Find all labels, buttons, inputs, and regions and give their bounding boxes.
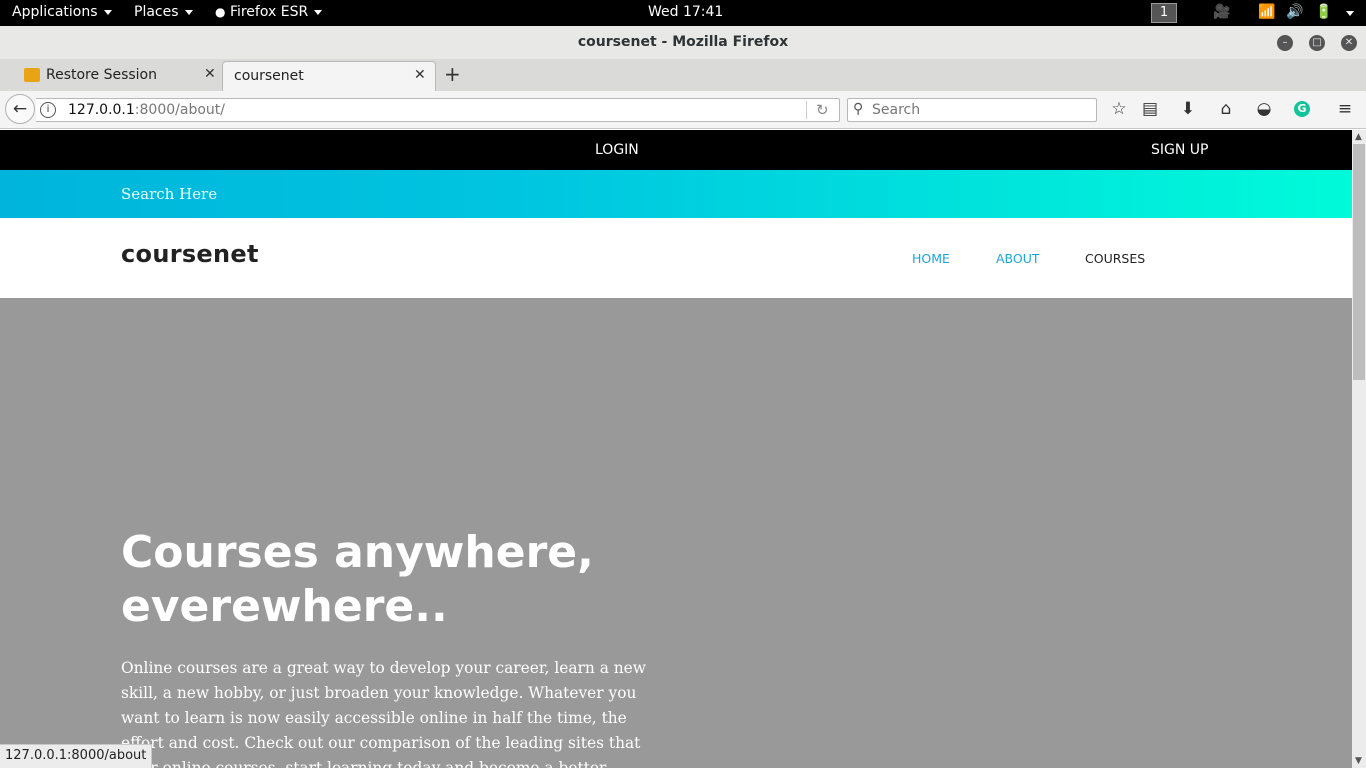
firefox-icon: ● <box>215 5 226 19</box>
window-titlebar: coursenet - Mozilla Firefox – □ ✕ <box>0 26 1366 59</box>
tab-strip: Restore Session ✕ coursenet ✕ <box>0 59 1366 91</box>
scroll-up-icon[interactable]: ▲ <box>1355 132 1362 142</box>
tab-label: Restore Session <box>46 67 157 83</box>
bookmark-star-icon[interactable]: ☆ <box>1108 99 1130 119</box>
system-top-bar: Applications Places ● Firefox ESR Wed 17… <box>0 0 1366 26</box>
nav-courses[interactable]: COURSES <box>1085 251 1145 266</box>
minimize-icon[interactable]: – <box>1277 35 1293 51</box>
chevron-down-icon <box>314 9 323 15</box>
scrollbar-thumb[interactable] <box>1353 144 1365 380</box>
page-scrollbar[interactable]: ▲ ▼ <box>1352 130 1366 768</box>
applications-label: Applications <box>12 4 98 20</box>
new-tab-icon[interactable]: + <box>444 62 461 86</box>
window-title: coursenet - Mozilla Firefox <box>577 34 789 50</box>
reload-icon[interactable]: ↻ <box>816 101 829 119</box>
close-icon[interactable]: ✕ <box>1341 35 1357 51</box>
url-path: :8000/about/ <box>134 102 225 118</box>
url-host: 127.0.0.1 <box>68 102 135 118</box>
volume-icon[interactable]: 🔊 <box>1286 4 1303 20</box>
search-placeholder: Search <box>872 102 921 118</box>
places-label: Places <box>134 4 179 20</box>
tab-coursenet[interactable]: coursenet ✕ <box>222 61 436 91</box>
download-icon[interactable]: ⬇ <box>1177 99 1199 119</box>
status-bar-url: 127.0.0.1:8000/about <box>0 744 153 768</box>
grammarly-icon[interactable]: G <box>1294 101 1310 117</box>
places-menu[interactable]: Places <box>134 4 193 20</box>
back-icon[interactable]: ← <box>5 94 35 124</box>
site-logo[interactable]: coursenet <box>121 240 259 268</box>
close-tab-icon[interactable]: ✕ <box>414 67 426 83</box>
scroll-down-icon[interactable]: ▼ <box>1355 756 1362 766</box>
site-info-icon[interactable]: i <box>40 102 56 118</box>
search-input[interactable]: ⚲ Search <box>847 98 1097 122</box>
site-search-input[interactable] <box>121 182 521 206</box>
chevron-down-icon <box>184 9 193 15</box>
maximize-icon[interactable]: □ <box>1309 35 1325 51</box>
site-search-band <box>0 170 1352 218</box>
wifi-icon[interactable]: 📶 <box>1258 4 1275 20</box>
chevron-down-icon <box>103 9 112 15</box>
tab-restore-session[interactable]: Restore Session ✕ <box>16 61 224 91</box>
firefox-app-label: Firefox ESR <box>229 4 309 20</box>
hero-paragraph: Online courses are a great way to develo… <box>121 659 646 768</box>
system-menu-chevron-icon[interactable] <box>1346 11 1354 16</box>
firefox-app-menu[interactable]: ● Firefox ESR <box>215 4 323 20</box>
site-header: coursenet HOME ABOUT COURSES <box>0 218 1352 298</box>
navigation-toolbar: ← i 127.0.0.1:8000/about/ ↻ ⚲ Search ☆ ▤… <box>0 91 1366 129</box>
home-icon[interactable]: ⌂ <box>1215 99 1237 119</box>
url-text: 127.0.0.1:8000/about/ <box>68 102 225 118</box>
clock[interactable]: Wed 17:41 <box>648 4 723 20</box>
web-page: LOGIN SIGN UP coursenet HOME ABOUT COURS… <box>0 130 1352 768</box>
close-tab-icon[interactable]: ✕ <box>204 66 216 82</box>
restore-session-icon <box>24 68 40 82</box>
hero-title: Courses anywhere, everewhere.. <box>121 527 594 632</box>
signup-link[interactable]: SIGN UP <box>1151 142 1208 158</box>
applications-menu[interactable]: Applications <box>12 4 112 20</box>
video-camera-icon[interactable]: 🎥 <box>1213 4 1230 20</box>
login-link[interactable]: LOGIN <box>595 142 639 158</box>
nav-home[interactable]: HOME <box>912 251 950 266</box>
url-divider <box>806 101 807 119</box>
pocket-icon[interactable]: ◒ <box>1253 99 1275 119</box>
url-bar[interactable]: i 127.0.0.1:8000/about/ ↻ <box>36 98 840 122</box>
workspace-indicator[interactable]: 1 <box>1151 3 1177 23</box>
battery-icon[interactable]: 🔋 <box>1315 4 1332 20</box>
nav-about[interactable]: ABOUT <box>996 251 1040 266</box>
bookmarks-list-icon[interactable]: ▤ <box>1139 99 1161 119</box>
search-icon: ⚲ <box>853 101 864 117</box>
hamburger-menu-icon[interactable]: ≡ <box>1334 99 1356 119</box>
tab-label: coursenet <box>234 68 304 84</box>
site-top-bar: LOGIN SIGN UP <box>0 130 1352 170</box>
